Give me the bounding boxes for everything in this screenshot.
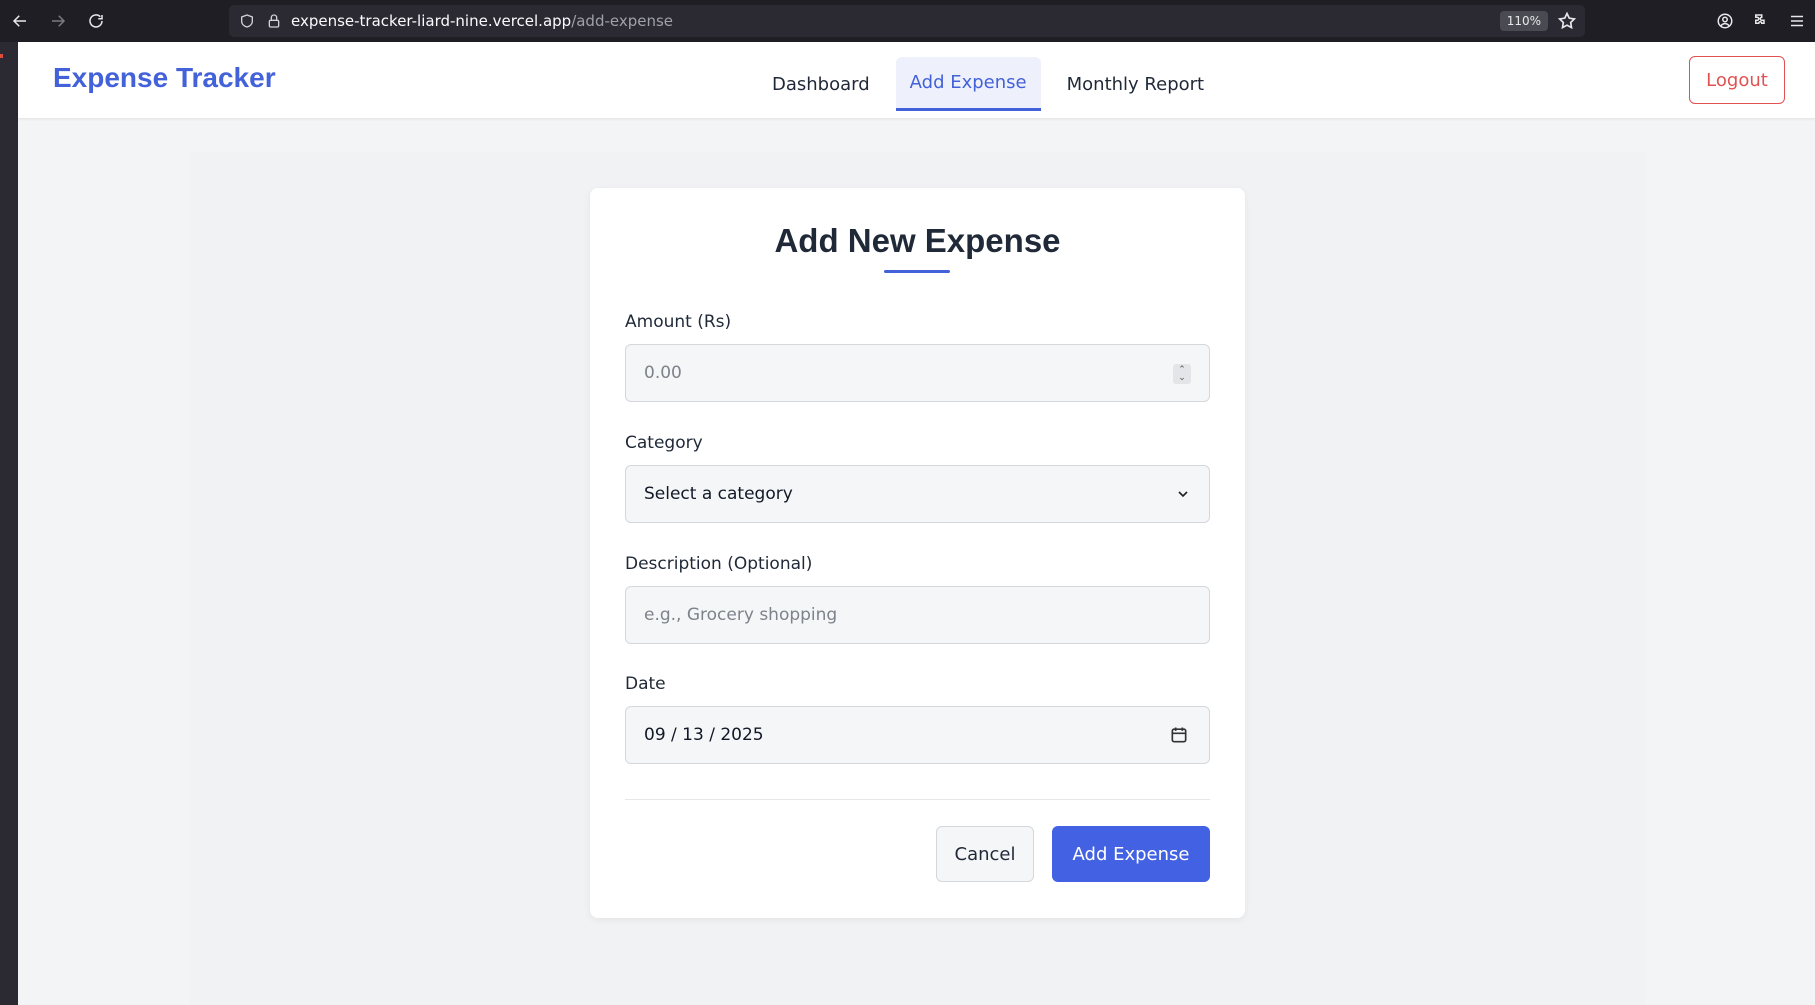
browser-toolbar: expense-tracker-liard-nine.vercel.app/ad… — [0, 0, 1815, 42]
amount-input[interactable]: 0.00 ⌃ ⌄ — [625, 344, 1210, 402]
lock-icon[interactable] — [265, 12, 283, 30]
reload-icon[interactable] — [78, 3, 114, 39]
add-expense-button[interactable]: Add Expense — [1052, 826, 1210, 882]
number-spinner-icon[interactable]: ⌃ ⌄ — [1173, 364, 1191, 384]
category-selected-value: Select a category — [644, 484, 793, 504]
description-label: Description (Optional) — [625, 554, 813, 574]
date-input[interactable]: 09 / 13 / 2025 — [625, 706, 1210, 764]
page: Expense Tracker Dashboard Add Expense Mo… — [18, 42, 1815, 1005]
forward-icon[interactable] — [40, 3, 76, 39]
calendar-icon[interactable] — [1169, 725, 1189, 745]
nav-links: Dashboard Add Expense Monthly Report — [758, 57, 1230, 111]
date-value: 09 / 13 / 2025 — [644, 725, 764, 745]
nav-link-monthly-report[interactable]: Monthly Report — [1053, 57, 1218, 111]
menu-icon[interactable] — [1779, 3, 1815, 39]
date-label: Date — [625, 674, 666, 694]
url-text: expense-tracker-liard-nine.vercel.app/ad… — [291, 12, 673, 30]
url-path: /add-expense — [571, 12, 674, 30]
nav-link-dashboard[interactable]: Dashboard — [758, 57, 884, 111]
page-title: Add New Expense — [774, 222, 1061, 259]
back-icon[interactable] — [2, 3, 38, 39]
nav-link-add-expense[interactable]: Add Expense — [895, 57, 1041, 111]
logout-button[interactable]: Logout — [1689, 56, 1785, 104]
form-divider — [625, 799, 1210, 800]
indicator-dot — [0, 54, 3, 58]
description-input[interactable]: e.g., Grocery shopping — [625, 586, 1210, 644]
description-placeholder: e.g., Grocery shopping — [644, 605, 838, 625]
bookmark-star-icon[interactable] — [1557, 11, 1577, 31]
sidebar-strip — [0, 42, 18, 1005]
shield-icon[interactable] — [238, 12, 256, 30]
category-label: Category — [625, 433, 703, 453]
zoom-level-badge[interactable]: 110% — [1499, 11, 1548, 31]
add-expense-card: Add New Expense Amount (Rs) 0.00 ⌃ ⌄ Cate… — [590, 188, 1245, 918]
extensions-icon[interactable] — [1743, 3, 1779, 39]
top-navigation: Expense Tracker Dashboard Add Expense Mo… — [18, 42, 1815, 118]
brand-logo[interactable]: Expense Tracker — [53, 62, 276, 94]
title-underline — [884, 270, 950, 273]
amount-label: Amount (Rs) — [625, 312, 732, 332]
url-host: expense-tracker-liard-nine.vercel.app — [291, 12, 572, 30]
category-select[interactable]: Select a category — [625, 465, 1210, 523]
account-icon[interactable] — [1707, 3, 1743, 39]
address-bar[interactable]: expense-tracker-liard-nine.vercel.app/ad… — [229, 5, 1585, 37]
cancel-button[interactable]: Cancel — [936, 826, 1034, 882]
amount-placeholder: 0.00 — [644, 363, 682, 383]
chevron-down-icon — [1175, 486, 1191, 502]
